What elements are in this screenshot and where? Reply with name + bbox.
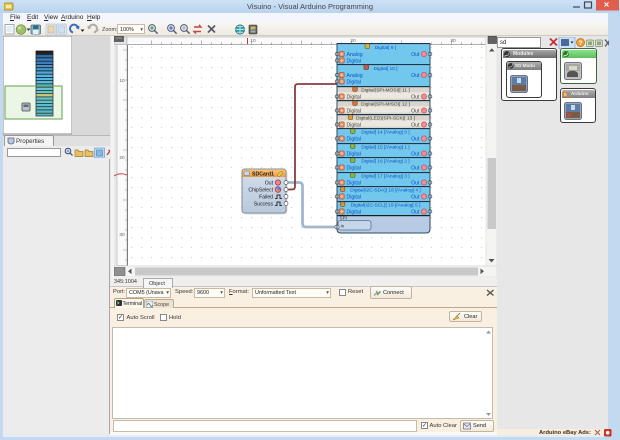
svg-text:30: 30	[450, 38, 456, 44]
svg-text:Digital(I2C-SDA)[ 18 ]/Analog[: Digital(I2C-SDA)[ 18 ]/Analog[ 4 ]	[350, 188, 420, 194]
svg-text:ChipSelect: ChipSelect	[248, 188, 273, 194]
svg-text:Analog: Analog	[347, 73, 363, 79]
svg-text:10: 10	[119, 78, 125, 84]
svg-text:Digital[ 17 ]/Analog[ 3 ]: Digital[ 17 ]/Analog[ 3 ]	[361, 174, 409, 180]
svg-text:Out: Out	[411, 181, 420, 187]
svg-text:Digital[ 15 ]/Analog[ 1 ]: Digital[ 15 ]/Analog[ 1 ]	[361, 145, 409, 151]
svg-text:Digital: Digital	[347, 80, 361, 86]
svg-text:Out: Out	[411, 210, 420, 216]
svg-text:Digital: Digital	[347, 123, 361, 129]
svg-text:Out: Out	[411, 109, 420, 115]
svg-text:Digital: Digital	[347, 166, 361, 172]
svg-text:Digital: Digital	[347, 181, 361, 187]
svg-text:In: In	[341, 224, 345, 229]
svg-text:Digital(SPI-MOSI)[ 11 ]: Digital(SPI-MOSI)[ 11 ]	[361, 88, 409, 94]
svg-text:Digital[ 9 ]: Digital[ 9 ]	[375, 45, 396, 51]
svg-text:Digital[ 14 ]/Analog[ 0 ]: Digital[ 14 ]/Analog[ 0 ]	[361, 130, 409, 136]
svg-text:Out: Out	[411, 152, 420, 158]
svg-text:Out: Out	[411, 137, 420, 143]
svg-text:Digital(I2C-SCL)[ 19 ]/Analog[: Digital(I2C-SCL)[ 19 ]/Analog[ 5 ]	[351, 203, 421, 209]
svg-text:Digital: Digital	[347, 109, 361, 115]
svg-text:Digital[ 10 ]: Digital[ 10 ]	[374, 66, 398, 72]
svg-text:Digital: Digital	[347, 95, 361, 101]
svg-text:Digital: Digital	[347, 137, 361, 143]
svg-text:Out: Out	[411, 195, 420, 201]
svg-text:Out: Out	[265, 181, 274, 187]
svg-text:Out: Out	[411, 52, 420, 58]
svg-text:20: 20	[119, 155, 125, 161]
svg-text:Digital(SPI-MISO)[ 12 ]: Digital(SPI-MISO)[ 12 ]	[361, 102, 410, 108]
svg-text:Digital: Digital	[347, 195, 361, 201]
svg-text:10: 10	[250, 38, 256, 44]
svg-text:Analog: Analog	[347, 52, 363, 58]
svg-text:SPI: SPI	[340, 216, 347, 221]
svg-text:30: 30	[119, 232, 125, 238]
svg-text:Digital: Digital	[347, 152, 361, 158]
svg-text:Out: Out	[411, 123, 420, 129]
svg-text:Success: Success	[254, 202, 274, 208]
svg-text:Failed: Failed	[259, 195, 273, 201]
svg-text:Digital(LED)(SPI-SCK)[ 13 ]: Digital(LED)(SPI-SCK)[ 13 ]	[356, 116, 415, 122]
svg-text:Out: Out	[411, 166, 420, 172]
svg-text:?: ?	[579, 40, 583, 47]
svg-text:Out: Out	[411, 73, 420, 79]
svg-text:Out: Out	[411, 95, 420, 101]
svg-text:SDCard1: SDCard1	[252, 171, 274, 177]
svg-text:Digital[ 16 ]/Analog[ 2 ]: Digital[ 16 ]/Analog[ 2 ]	[361, 159, 409, 165]
svg-text:Digital: Digital	[347, 59, 361, 65]
svg-text:Digital: Digital	[347, 210, 361, 216]
